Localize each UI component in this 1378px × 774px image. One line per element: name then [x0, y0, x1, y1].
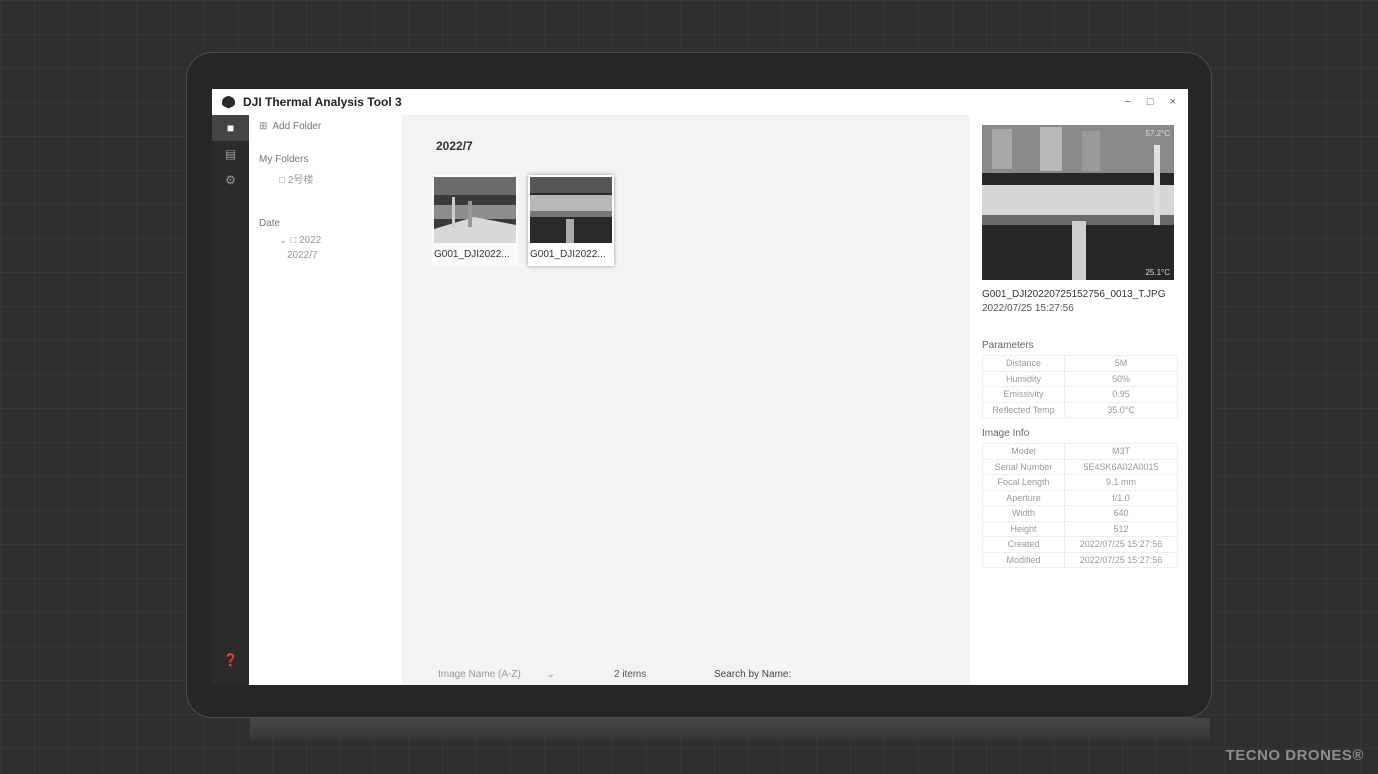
app-logo-icon [222, 95, 235, 109]
max-temp-label: 57.2°C [1145, 129, 1170, 138]
table-row: Height 512 [982, 520, 1178, 537]
param-value[interactable]: 5M [1064, 355, 1178, 372]
info-value: 2022/07/25 15:27:56 [1064, 551, 1178, 568]
info-value: 512 [1064, 520, 1178, 537]
thumbnail-name: G001_DJI2022... [530, 249, 606, 260]
status-bar: Image Name (A-Z) ⌄ 2 items Search by Nam… [402, 663, 970, 685]
info-key: Model [982, 443, 1065, 460]
info-key: Width [982, 505, 1065, 522]
thumbnail-card[interactable]: G001_DJI2022... [432, 175, 518, 266]
info-key: Aperture [982, 489, 1065, 506]
table-row: Width 640 [982, 505, 1178, 522]
compare-icon[interactable]: ▤ [212, 141, 249, 167]
gallery-area: 2022/7 G001_DJI2022... G001_DJI2022... I… [402, 115, 970, 685]
month-item[interactable]: 2022/7 [259, 250, 402, 261]
folder-icon: □ [279, 175, 286, 186]
parameters-table: Distance 5M Humidity 50% Emissivity 0.95 Re… [982, 355, 1178, 418]
thumbnail-name: G001_DJI2022... [434, 249, 510, 260]
minimize-button[interactable]: − [1124, 96, 1130, 108]
watermark: TECNO DRONES® [1225, 747, 1364, 764]
image-info-table: Model M3T Serial Number 5E4SK6A02A0015 Foc… [982, 443, 1178, 568]
info-key: Focal Length [982, 474, 1065, 491]
month-label: 2022/7 [287, 250, 318, 261]
table-row: Distance 5M [982, 355, 1178, 372]
table-row: Reflected Temp 35.0°C [982, 401, 1178, 418]
item-count: 2 items [614, 668, 647, 680]
help-icon[interactable]: ❓ [212, 647, 249, 673]
close-button[interactable]: × [1170, 96, 1176, 108]
image-info-title: Image Info [982, 428, 1030, 439]
table-row: Humidity 50% [982, 370, 1178, 387]
thumbnail-image [530, 177, 612, 243]
sort-dropdown[interactable]: Image Name (A-Z) ⌄ [438, 669, 614, 680]
file-datetime: 2022/07/25 15:27:56 [982, 303, 1074, 314]
folder-item[interactable]: □ 2号楼 [259, 171, 402, 186]
monitor-stand [250, 718, 1210, 740]
table-row: Model M3T [982, 443, 1178, 460]
file-name: G001_DJI20220725152756_0013_T.JPG [982, 289, 1166, 300]
year-item[interactable]: ⌄ □ 2022 [259, 235, 402, 246]
thumbnail-image [434, 177, 516, 243]
restore-button[interactable]: □ [1147, 96, 1154, 108]
folder-item-label: 2号楼 [287, 175, 314, 186]
info-value: 2022/07/25 15:27:56 [1064, 536, 1178, 553]
thumbnail-card[interactable]: G001_DJI2022... [528, 175, 614, 266]
thermal-preview[interactable]: 57.2°C 25.1°C [982, 125, 1174, 280]
search-label[interactable]: Search by Name: [714, 669, 791, 680]
param-value[interactable]: 50% [1064, 370, 1178, 387]
add-folder-icon: ⊞ [259, 121, 268, 132]
date-label: Date [259, 218, 281, 229]
table-row: Focal Length 9.1 mm [982, 474, 1178, 491]
info-value: 640 [1064, 505, 1178, 522]
window-controls: − □ × [1124, 96, 1188, 108]
icon-rail: ■ ▤ ⚙ ❓ [212, 115, 249, 685]
add-folder-button[interactable]: ⊞ Add Folder [259, 121, 402, 132]
library-icon[interactable]: ■ [212, 115, 249, 141]
info-value: f/1.0 [1064, 489, 1178, 506]
param-key: Humidity [982, 370, 1065, 387]
table-row: Emissivity 0.95 [982, 386, 1178, 403]
chevron-down-icon: ⌄ [546, 668, 556, 680]
param-value[interactable]: 35.0°C [1064, 401, 1178, 418]
group-title: 2022/7 [436, 139, 473, 153]
thumbnail-grid: G001_DJI2022... G001_DJI2022... [432, 175, 614, 266]
table-row: Modified 2022/07/25 15:27:56 [982, 551, 1178, 568]
app-title: DJI Thermal Analysis Tool 3 [243, 95, 402, 109]
my-folders-label: My Folders [259, 154, 309, 165]
param-key: Emissivity [982, 386, 1065, 403]
add-folder-label: Add Folder [272, 121, 322, 132]
parameters-title: Parameters [982, 340, 1034, 351]
settings-icon[interactable]: ⚙ [212, 167, 249, 193]
year-label: 2022 [299, 235, 322, 246]
sort-label: Image Name (A-Z) [438, 668, 521, 680]
folder-icon: □ [290, 235, 297, 246]
param-value[interactable]: 0.95 [1064, 386, 1178, 403]
info-key: Height [982, 520, 1065, 537]
table-row: Serial Number 5E4SK6A02A0015 [982, 458, 1178, 475]
app-window: DJI Thermal Analysis Tool 3 − □ × ■ ▤ ⚙ … [212, 89, 1188, 685]
info-key: Created [982, 536, 1065, 553]
param-key: Reflected Temp [982, 401, 1065, 418]
details-panel: 57.2°C 25.1°C G001_DJI20220725152756_001… [970, 115, 1188, 685]
info-value: M3T [1064, 443, 1178, 460]
info-value: 5E4SK6A02A0015 [1064, 458, 1178, 475]
table-row: Aperture f/1.0 [982, 489, 1178, 506]
param-key: Distance [982, 355, 1065, 372]
info-value: 9.1 mm [1064, 474, 1178, 491]
table-row: Created 2022/07/25 15:27:56 [982, 536, 1178, 553]
min-temp-label: 25.1°C [1145, 268, 1170, 277]
folder-panel: ⊞ Add Folder My Folders □ 2号楼 Date ⌄ □ 2… [249, 115, 402, 685]
info-key: Serial Number [982, 458, 1065, 475]
info-key: Modified [982, 551, 1065, 568]
collapse-icon: ⌄ [279, 235, 288, 246]
title-bar: DJI Thermal Analysis Tool 3 − □ × [212, 89, 1188, 115]
